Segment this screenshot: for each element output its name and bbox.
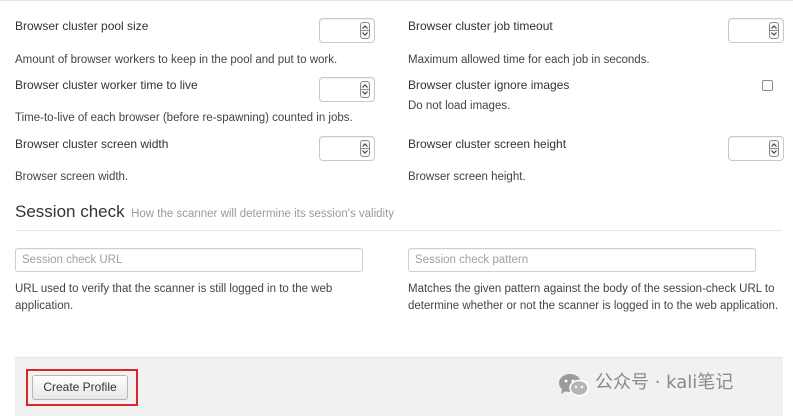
top-divider [0, 0, 793, 1]
pool-size-spinner[interactable] [360, 22, 370, 39]
spinner-arrows-icon [770, 143, 778, 154]
spinner-arrows-icon [770, 25, 778, 36]
section-divider [15, 230, 782, 231]
job-timeout-help: Maximum allowed time for each job in sec… [408, 54, 650, 66]
job-timeout-label: Browser cluster job timeout [408, 19, 553, 33]
screen-height-label: Browser cluster screen height [408, 137, 567, 151]
screen-height-spinner[interactable] [769, 140, 779, 157]
job-timeout-input[interactable] [728, 18, 784, 43]
session-check-url-help: URL used to verify that the scanner is s… [15, 283, 333, 312]
screen-width-help: Browser screen width. [15, 171, 129, 183]
pool-size-label: Browser cluster pool size [15, 19, 149, 33]
session-check-pattern-input[interactable] [408, 248, 756, 272]
ignore-images-label: Browser cluster ignore images [408, 78, 570, 92]
worker-ttl-input[interactable] [319, 77, 375, 102]
session-check-url-input[interactable] [15, 248, 363, 272]
session-check-title: Session check [15, 202, 125, 221]
ignore-images-checkbox[interactable] [762, 80, 773, 91]
wechat-icon [559, 374, 589, 397]
job-timeout-spinner[interactable] [769, 22, 779, 39]
worker-ttl-spinner[interactable] [360, 81, 370, 98]
pool-size-input[interactable] [319, 18, 375, 43]
watermark-text: 公众号 · kali笔记 [595, 372, 734, 393]
spinner-arrows-icon [361, 25, 369, 36]
session-check-heading: Session check How the scanner will deter… [15, 202, 394, 222]
spinner-arrows-icon [361, 143, 369, 154]
worker-ttl-help: Time-to-live of each browser (before re-… [15, 112, 353, 124]
spinner-arrows-icon [361, 84, 369, 95]
worker-ttl-label: Browser cluster worker time to live [15, 78, 198, 92]
pool-size-help: Amount of browser workers to keep in the… [15, 54, 338, 66]
screen-width-label: Browser cluster screen width [15, 137, 169, 151]
screen-height-help: Browser screen height. [408, 171, 526, 183]
screen-width-spinner[interactable] [360, 140, 370, 157]
session-check-pattern-help: Matches the given pattern against the bo… [408, 283, 779, 312]
ignore-images-help: Do not load images. [408, 100, 511, 112]
session-check-subtitle: How the scanner will determine its sessi… [131, 208, 395, 220]
create-profile-button[interactable]: Create Profile [32, 375, 128, 400]
screen-width-input[interactable] [319, 136, 375, 161]
screen-height-input[interactable] [728, 136, 784, 161]
